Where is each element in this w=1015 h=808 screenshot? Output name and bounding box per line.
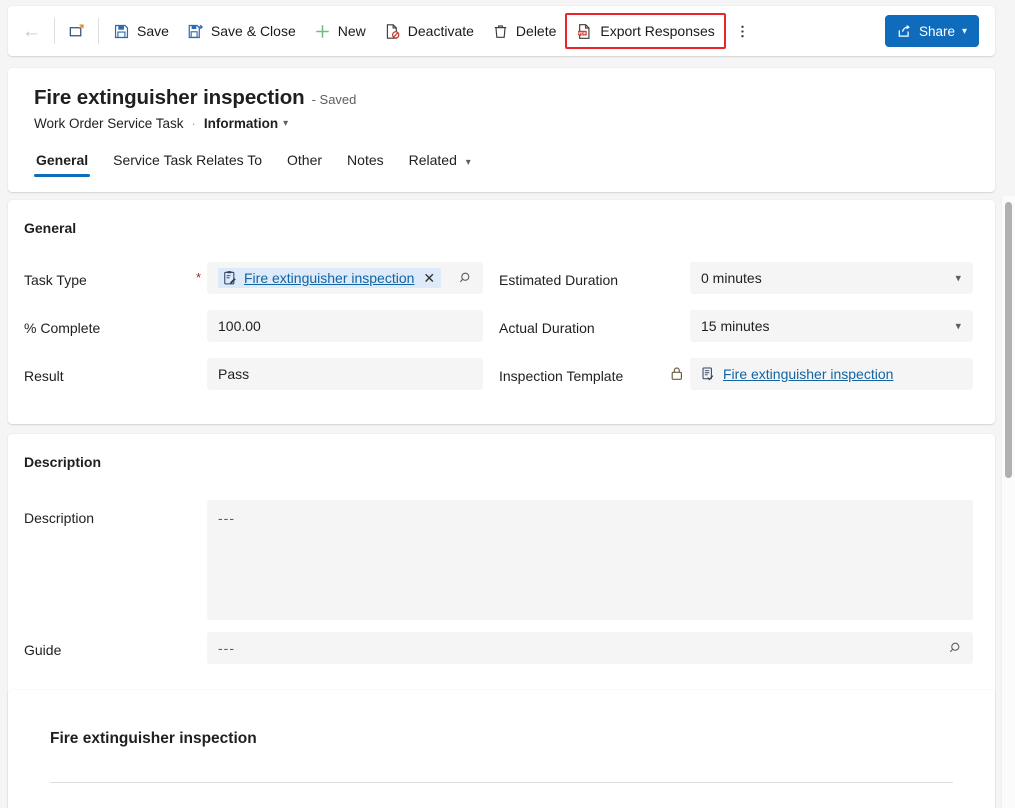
estimated-duration-label: Estimated Duration <box>499 272 619 288</box>
save-icon <box>113 23 130 40</box>
result-value: Pass <box>218 366 250 382</box>
result-field[interactable]: Pass <box>207 358 483 390</box>
new-button[interactable]: New <box>305 13 375 49</box>
task-type-required-indicator: * <box>196 270 202 285</box>
actual-duration-value: 15 minutes <box>701 318 770 334</box>
vertical-scrollbar-thumb[interactable] <box>1005 202 1012 478</box>
percent-complete-value: 100.00 <box>218 318 261 334</box>
back-button[interactable]: ← <box>14 13 49 49</box>
toolbar-divider-2 <box>98 18 99 44</box>
chevron-down-icon: ▾ <box>465 157 471 168</box>
deactivate-button-label: Deactivate <box>407 23 474 39</box>
tab-notes[interactable]: Notes <box>345 145 386 180</box>
svg-text:PDF: PDF <box>579 30 587 35</box>
share-button-label: Share <box>918 23 955 39</box>
new-button-label: New <box>337 23 366 39</box>
lock-icon <box>670 366 684 381</box>
entity-name: Work Order Service Task <box>34 116 184 131</box>
share-button[interactable]: Share ▾ <box>884 15 979 47</box>
plus-icon <box>314 23 331 40</box>
close-icon[interactable]: ✕ <box>422 271 436 285</box>
form-header-card: Fire extinguisher inspection - Saved Wor… <box>8 68 995 192</box>
description-value: --- <box>218 510 235 526</box>
form-selector-label[interactable]: Information <box>204 116 278 131</box>
deactivate-button[interactable]: Deactivate <box>375 13 483 49</box>
result-label: Result <box>24 368 64 384</box>
vertical-scrollbar-track[interactable] <box>1001 196 1015 808</box>
tab-service-task-relates-to[interactable]: Service Task Relates To <box>111 145 264 180</box>
percent-complete-label: % Complete <box>24 320 101 336</box>
export-responses-button[interactable]: PDF Export Responses <box>565 13 726 49</box>
save-button-label: Save <box>137 23 169 39</box>
actual-duration-label: Actual Duration <box>499 320 595 336</box>
share-icon <box>897 23 913 39</box>
search-icon[interactable] <box>948 640 964 656</box>
deactivate-icon <box>384 23 401 40</box>
more-commands-button[interactable] <box>726 13 759 49</box>
task-type-value-link[interactable]: Fire extinguisher inspection <box>244 270 414 286</box>
command-bar-region: ← Save Save & Close New Deactivate Delet… <box>0 0 1003 60</box>
tab-service-task-relates-to-label: Service Task Relates To <box>113 152 263 168</box>
description-section-title: Description <box>24 454 102 470</box>
pdf-icon: PDF <box>576 23 593 40</box>
chevron-down-icon[interactable]: ▾ <box>955 320 961 333</box>
tab-related[interactable]: Related ▾ <box>407 145 473 180</box>
tab-general-label: General <box>36 152 89 168</box>
delete-button-label: Delete <box>515 23 557 39</box>
tab-notes-label: Notes <box>347 152 384 168</box>
save-and-close-icon <box>187 23 204 40</box>
general-section-card: General Task Type * Fire extinguisher in… <box>8 200 995 424</box>
task-type-lookup-field[interactable]: Fire extinguisher inspection ✕ <box>207 262 483 294</box>
command-bar: ← Save Save & Close New Deactivate Delet… <box>8 6 995 56</box>
description-label: Description <box>24 510 95 526</box>
tab-related-label: Related <box>408 152 457 168</box>
description-textarea[interactable]: --- <box>207 500 973 620</box>
trash-icon <box>492 23 509 40</box>
inspection-template-selected-chip[interactable]: Fire extinguisher inspection <box>696 366 893 382</box>
breadcrumb: Work Order Service Task · Information ▾ <box>34 116 288 131</box>
chevron-down-icon: ▾ <box>961 25 967 37</box>
save-status: - Saved <box>311 92 357 107</box>
save-and-close-button-label: Save & Close <box>210 23 296 39</box>
tab-other[interactable]: Other <box>285 145 324 180</box>
save-button[interactable]: Save <box>104 13 178 49</box>
form-body-scroll-area: General Task Type * Fire extinguisher in… <box>0 196 1015 808</box>
inspection-template-lookup-field[interactable]: Fire extinguisher inspection <box>690 358 973 390</box>
inspection-template-value-link[interactable]: Fire extinguisher inspection <box>723 366 893 382</box>
guide-value: --- <box>218 640 235 656</box>
popout-icon <box>68 23 85 40</box>
guide-label: Guide <box>24 642 62 658</box>
tab-other-label: Other <box>287 152 323 168</box>
inspection-section-card: Fire extinguisher inspection <box>8 690 995 808</box>
back-arrow-icon: ← <box>22 20 41 42</box>
inspection-divider <box>50 782 953 783</box>
tab-general[interactable]: General <box>34 145 91 180</box>
search-icon[interactable] <box>458 270 474 286</box>
page-title: Fire extinguisher inspection <box>34 86 305 109</box>
inspection-title: Fire extinguisher inspection <box>50 730 257 747</box>
guide-lookup-field[interactable]: --- <box>207 632 973 664</box>
estimated-duration-value: 0 minutes <box>701 270 762 286</box>
form-tab-list: General Service Task Relates To Other No… <box>34 145 473 180</box>
task-type-selected-chip[interactable]: Fire extinguisher inspection ✕ <box>218 268 442 288</box>
breadcrumb-separator: · <box>191 116 196 131</box>
general-section-title: General <box>24 220 77 236</box>
chevron-down-icon[interactable]: ▾ <box>283 118 288 129</box>
estimated-duration-field[interactable]: 0 minutes ▾ <box>690 262 973 294</box>
task-type-label: Task Type <box>24 272 87 288</box>
inspection-template-label: Inspection Template <box>499 368 624 384</box>
chevron-down-icon[interactable]: ▾ <box>955 272 961 285</box>
export-responses-button-label: Export Responses <box>600 23 715 39</box>
toolbar-divider-1 <box>54 18 55 44</box>
save-and-close-button[interactable]: Save & Close <box>178 13 305 49</box>
task-clipboard-icon <box>222 270 238 286</box>
record-title-row: Fire extinguisher inspection - Saved <box>34 86 356 110</box>
popout-button[interactable] <box>60 13 93 49</box>
percent-complete-field[interactable]: 100.00 <box>207 310 483 342</box>
delete-button[interactable]: Delete <box>483 13 565 49</box>
actual-duration-field[interactable]: 15 minutes ▾ <box>690 310 973 342</box>
overflow-menu-icon <box>734 23 751 40</box>
checklist-icon <box>700 366 716 382</box>
